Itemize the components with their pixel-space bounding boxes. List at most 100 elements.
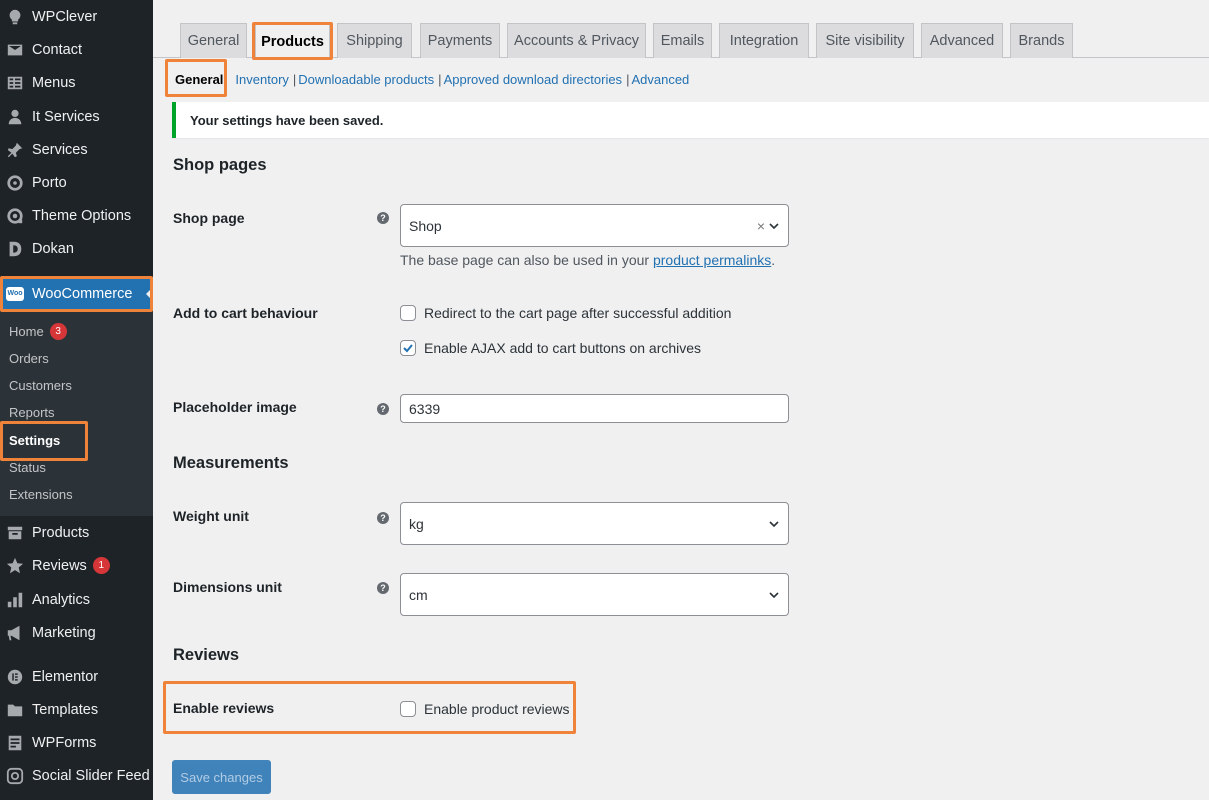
woocommerce-submenu: Home 3 Orders Customers Reports Settings …: [0, 312, 153, 516]
enable-product-reviews-checkbox[interactable]: [400, 701, 416, 717]
product-permalinks-link[interactable]: product permalinks: [653, 252, 771, 268]
current-menu-arrow: [146, 287, 153, 301]
section-heading-shop-pages: Shop pages: [173, 156, 267, 174]
tab-integration[interactable]: Integration: [719, 23, 809, 58]
enable-product-reviews-row[interactable]: Enable product reviews: [400, 701, 570, 717]
bulb-icon: [6, 8, 24, 26]
submenu-item-customers[interactable]: Customers: [9, 375, 72, 395]
ajax-checkbox[interactable]: [400, 340, 416, 356]
envelope-icon: [6, 41, 24, 59]
checkmark-icon: [403, 344, 413, 353]
submenu-item-extensions[interactable]: Extensions: [9, 484, 73, 504]
save-changes-button[interactable]: Save changes: [172, 760, 271, 794]
menu-label: It Services: [32, 108, 100, 125]
subnav-separator: |: [292, 71, 297, 87]
help-icon[interactable]: ?: [377, 512, 389, 524]
submenu-item-settings[interactable]: Settings: [9, 430, 60, 450]
woo-icon: Woo: [6, 285, 24, 303]
menu-item-wpforms[interactable]: WPForms: [0, 726, 153, 759]
menu-item-it-services[interactable]: It Services: [0, 100, 153, 133]
menu-item-reviews[interactable]: Reviews 1: [0, 549, 153, 582]
menu-item-porto[interactable]: Porto: [0, 166, 153, 199]
chevron-down-icon: [769, 222, 779, 229]
tab-accounts-privacy[interactable]: Accounts & Privacy: [507, 23, 646, 58]
person-icon: [6, 108, 24, 126]
tab-brands[interactable]: Brands: [1010, 23, 1073, 58]
subnav-advanced[interactable]: Advanced: [631, 72, 689, 87]
chevron-down-icon: [769, 591, 779, 598]
clear-icon[interactable]: ×: [757, 218, 765, 234]
menu-item-marketing[interactable]: Marketing: [0, 616, 153, 649]
help-icon[interactable]: ?: [377, 582, 389, 594]
tab-emails[interactable]: Emails: [653, 23, 712, 58]
submenu-item-reports[interactable]: Reports: [9, 402, 55, 422]
menus-icon: [6, 74, 24, 92]
circle-icon: [6, 174, 24, 192]
menu-item-elementor[interactable]: Elementor: [0, 660, 153, 693]
placeholder-image-input[interactable]: 6339: [400, 394, 789, 423]
menu-item-analytics[interactable]: Analytics: [0, 583, 153, 616]
menu-label: Porto: [32, 174, 67, 191]
help-icon[interactable]: ?: [377, 212, 389, 224]
admin-sidebar: WPClever Contact Menus It Services Servi…: [0, 0, 153, 800]
menu-item-templates[interactable]: Templates: [0, 693, 153, 726]
tab-shipping[interactable]: Shipping: [337, 23, 412, 58]
menu-label: Marketing: [32, 624, 96, 641]
section-subnav: General Inventory | Downloadable product…: [175, 70, 689, 88]
subnav-downloadable-products[interactable]: Downloadable products: [298, 72, 434, 87]
instagram-icon: [6, 767, 24, 785]
weight-unit-label: Weight unit: [173, 508, 249, 524]
subnav-approved-download-directories[interactable]: Approved download directories: [444, 72, 623, 87]
add-to-cart-label: Add to cart behaviour: [173, 305, 318, 321]
tab-site-visibility[interactable]: Site visibility: [816, 23, 914, 58]
submenu-item-status[interactable]: Status: [9, 457, 46, 477]
tab-products[interactable]: Products: [255, 23, 330, 59]
star-icon: [6, 557, 24, 575]
menu-label: Services: [32, 141, 88, 158]
dokan-icon: [6, 240, 24, 258]
menu-item-contact[interactable]: Contact: [0, 33, 153, 66]
tab-payments[interactable]: Payments: [420, 23, 500, 58]
subnav-inventory[interactable]: Inventory: [235, 72, 288, 87]
dimensions-unit-select[interactable]: cm: [400, 573, 789, 616]
menu-label: Social Slider Feed: [32, 767, 150, 784]
dimensions-unit-value: cm: [409, 586, 428, 603]
menu-item-products[interactable]: Products: [0, 516, 153, 549]
ajax-checkbox-row[interactable]: Enable AJAX add to cart buttons on archi…: [400, 340, 701, 356]
enable-product-reviews-label: Enable product reviews: [424, 701, 570, 717]
section-heading-reviews: Reviews: [173, 646, 240, 664]
menu-item-wpclever[interactable]: WPClever: [0, 0, 153, 33]
pin-icon: [6, 141, 24, 159]
redirect-checkbox[interactable]: [400, 305, 416, 321]
redirect-checkbox-row[interactable]: Redirect to the cart page after successf…: [400, 305, 731, 321]
menu-label: WPClever: [32, 8, 98, 25]
woo-logo: Woo: [6, 286, 24, 301]
menu-item-woocommerce[interactable]: Woo WooCommerce: [0, 277, 153, 310]
menu-label: Theme Options: [32, 207, 132, 224]
menu-label: Analytics: [32, 591, 91, 608]
submenu-item-orders[interactable]: Orders: [9, 348, 49, 368]
menu-label: Dokan: [32, 240, 74, 257]
forms-icon: [6, 734, 24, 752]
weight-unit-value: kg: [409, 515, 424, 532]
menu-item-menus[interactable]: Menus: [0, 66, 153, 99]
submenu-item-home[interactable]: Home 3: [9, 321, 67, 341]
subnav-general[interactable]: General: [175, 72, 223, 87]
menu-label: Elementor: [32, 668, 99, 685]
tab-general[interactable]: General: [180, 23, 247, 58]
menu-label: Contact: [32, 41, 82, 58]
dimensions-unit-label: Dimensions unit: [173, 579, 282, 595]
ajax-checkbox-label: Enable AJAX add to cart buttons on archi…: [424, 340, 702, 356]
chevron-down-icon: [769, 520, 779, 527]
menu-item-theme-options[interactable]: Theme Options: [0, 199, 153, 232]
shop-page-description: The base page can also be used in your p…: [400, 252, 776, 268]
placeholder-image-label: Placeholder image: [173, 399, 297, 415]
menu-item-social-slider-feed[interactable]: Social Slider Feed: [0, 759, 153, 792]
help-icon[interactable]: ?: [377, 403, 389, 415]
menu-label: WooCommerce: [32, 285, 133, 302]
tab-advanced[interactable]: Advanced: [921, 23, 1003, 58]
menu-item-dokan[interactable]: Dokan: [0, 232, 153, 265]
shop-page-select[interactable]: Shop ×: [400, 204, 789, 247]
weight-unit-select[interactable]: kg: [400, 502, 789, 545]
menu-item-services[interactable]: Services: [0, 133, 153, 166]
